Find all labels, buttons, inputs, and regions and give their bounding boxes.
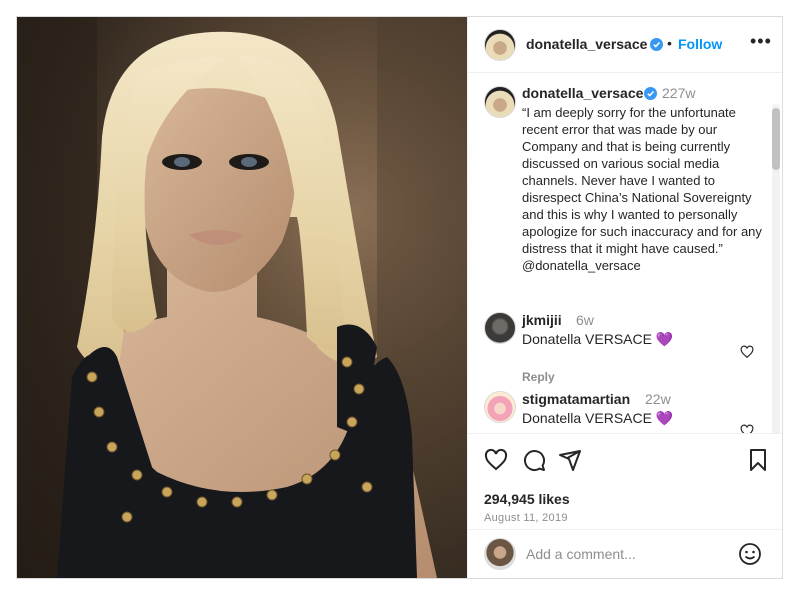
comment-icon[interactable] [522, 448, 546, 472]
add-comment-input[interactable] [526, 544, 726, 564]
comments-list[interactable]: donatella_versace 227w “I am deeply sorr… [468, 74, 784, 434]
comments-scrollbar[interactable] [772, 104, 780, 434]
heart-icon[interactable] [484, 448, 508, 472]
author-avatar[interactable] [484, 29, 516, 61]
instagram-post: donatella_versace • Follow ••• donatella… [16, 16, 784, 579]
comment-time[interactable]: 6w [576, 312, 594, 328]
reply-button[interactable]: Reply [522, 370, 555, 384]
portrait-illustration [17, 17, 467, 578]
comment-like-heart-icon[interactable] [740, 345, 754, 359]
comment-text: Donatella VERSACE 💜 [522, 410, 674, 426]
post-photo[interactable] [17, 17, 467, 578]
verified-badge-icon [650, 38, 663, 51]
comment-time[interactable]: 22w [645, 391, 671, 407]
post-actions: 294,945 likes August 11, 2019 [468, 433, 784, 543]
verified-badge-icon [644, 87, 657, 100]
current-user-avatar [484, 538, 516, 570]
author-username[interactable]: donatella_versace [526, 36, 647, 52]
caption-time[interactable]: 227w [662, 85, 695, 101]
follow-button[interactable]: Follow [678, 36, 722, 52]
more-horizontal-icon[interactable]: ••• [750, 31, 772, 52]
caption-text: “I am deeply sorry for the unfortunate r… [522, 105, 762, 273]
comment-avatar[interactable] [484, 391, 516, 423]
comment-username[interactable]: stigmatamartian [522, 391, 630, 407]
caption-username[interactable]: donatella_versace [522, 85, 643, 101]
post-side-panel: donatella_versace • Follow ••• donatella… [467, 17, 784, 578]
smiley-icon[interactable] [738, 542, 762, 566]
bookmark-icon[interactable] [746, 448, 770, 472]
likes-count[interactable]: 294,945 likes [484, 491, 570, 507]
comment-text: Donatella VERSACE 💜 [522, 331, 674, 347]
caption-avatar[interactable] [484, 86, 516, 118]
share-icon[interactable] [558, 448, 582, 472]
comment-avatar[interactable] [484, 312, 516, 344]
add-comment-bar [468, 529, 784, 578]
post-header: donatella_versace • Follow ••• [468, 17, 784, 73]
comment-username[interactable]: jkmijii [522, 312, 562, 328]
scrollbar-thumb[interactable] [772, 108, 780, 170]
post-date[interactable]: August 11, 2019 [484, 512, 568, 524]
separator-dot: • [667, 35, 672, 51]
